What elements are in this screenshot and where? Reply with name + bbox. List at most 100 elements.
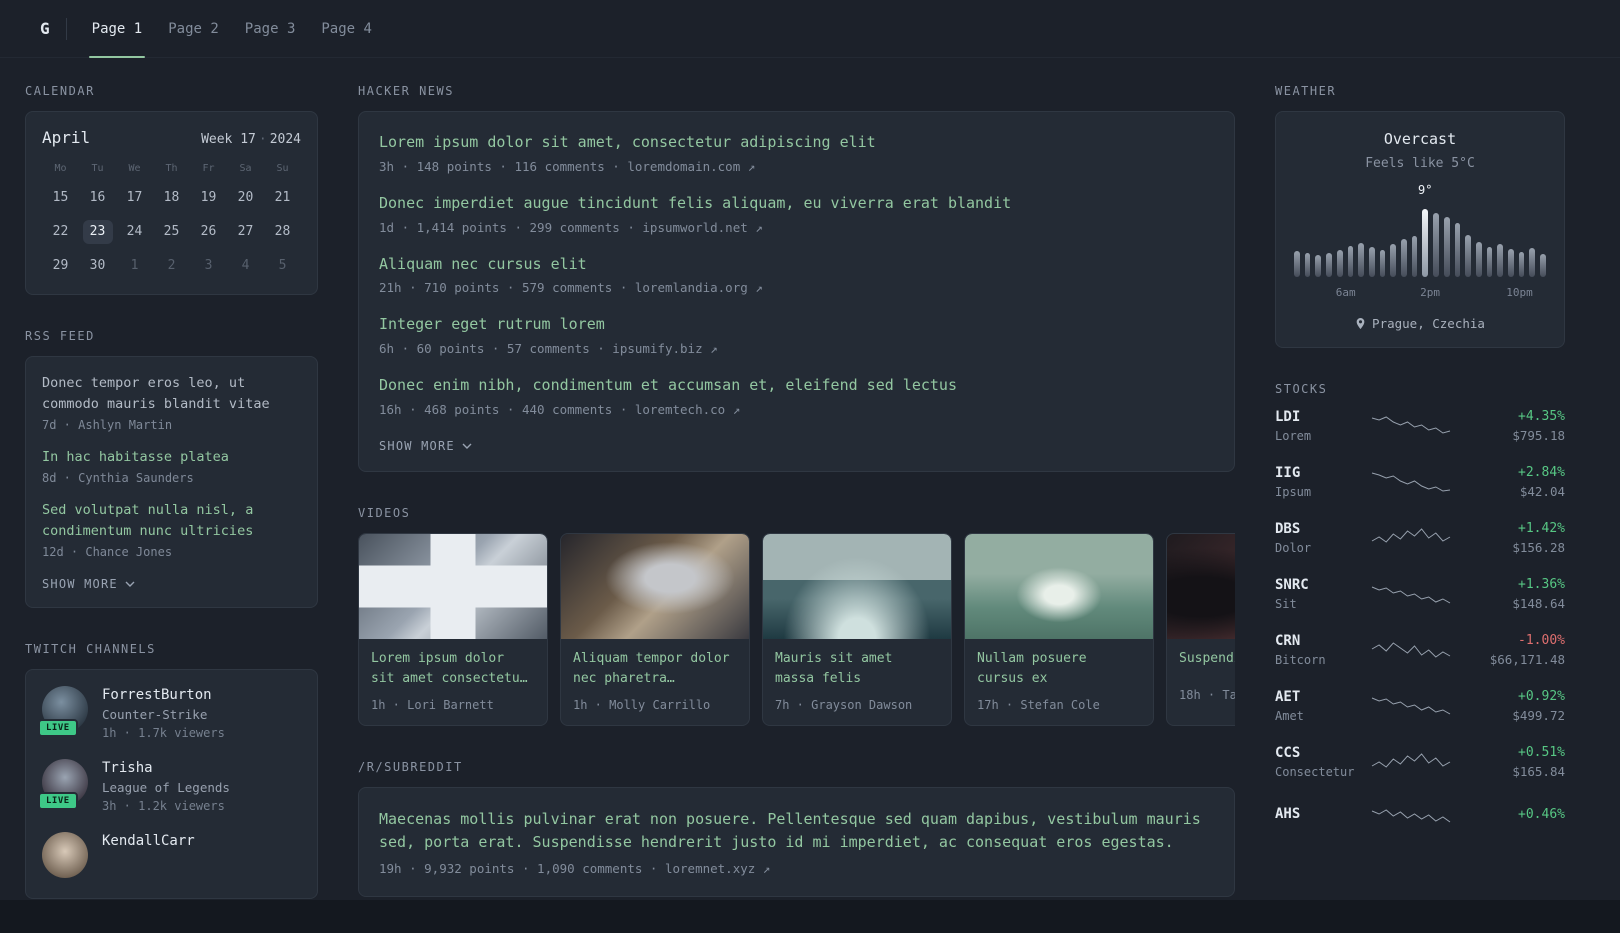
stock-row[interactable]: AET Amet +0.92% $499.72 xyxy=(1275,689,1565,723)
weather-bar xyxy=(1347,246,1354,277)
twitch-channel[interactable]: LIVE Trisha League of Legends 3h · 1.2k … xyxy=(38,758,301,813)
weather-bar xyxy=(1433,213,1439,277)
hn-item-title[interactable]: Integer eget rutrum lorem xyxy=(379,314,1214,336)
weather-condition: Overcast xyxy=(1383,130,1457,148)
weather-bar xyxy=(1326,253,1332,277)
twitch-card: LIVE ForrestBurton Counter-Strike 1h · 1… xyxy=(25,668,318,899)
calendar-month: April xyxy=(42,128,91,147)
calendar-day-header: We xyxy=(128,163,141,174)
stock-change: +1.36% xyxy=(1518,577,1565,592)
hn-item-title[interactable]: Lorem ipsum dolor sit amet, consectetur … xyxy=(379,132,1214,154)
hn-item-title[interactable]: Aliquam nec cursus elit xyxy=(379,254,1214,276)
stock-row[interactable]: DBS Dolor +1.42% $156.28 xyxy=(1275,521,1565,555)
weather-bar xyxy=(1443,217,1450,277)
stock-name: Consectetur xyxy=(1275,765,1355,779)
video-card[interactable]: Lorem ipsum dolor sit amet consectetu… 1… xyxy=(358,532,548,727)
stock-change: +0.51% xyxy=(1518,745,1565,760)
video-meta: 17h · Stefan Cole xyxy=(977,698,1100,713)
twitch-widget: TWITCH CHANNELS LIVE ForrestBurton Count… xyxy=(25,642,318,899)
hn-item: Lorem ipsum dolor sit amet, consectetur … xyxy=(379,132,1214,174)
twitch-channel[interactable]: KendallCarr xyxy=(42,831,301,878)
video-meta: 1h · Molly Carrillo xyxy=(573,698,711,713)
weather-bar xyxy=(1454,223,1461,277)
calendar-day: 3 xyxy=(204,258,213,273)
channel-name: Trisha xyxy=(102,759,153,776)
stock-row[interactable]: CRN Bitcorn -1.00% $66,171.48 xyxy=(1275,633,1565,667)
weather-card: Overcast Feels like 5°C 9° 6am 2pm 10pm Pr… xyxy=(1275,111,1565,348)
stock-row[interactable]: LDI Lorem +4.35% $795.18 xyxy=(1275,409,1565,443)
stock-change: +0.92% xyxy=(1518,689,1565,704)
hn-show-more-button[interactable]: SHOW MORE xyxy=(379,436,472,453)
calendar-day: 21 xyxy=(274,190,291,205)
hn-item-meta[interactable]: 1d · 1,414 points · 299 comments · ipsum… xyxy=(379,220,1214,235)
hn-item-meta[interactable]: 16h · 468 points · 440 comments · loremt… xyxy=(379,402,1214,417)
rss-widget: RSS FEED Donec tempor eros leo, ut commo… xyxy=(25,329,318,608)
widget-title-weather: WEATHER xyxy=(1275,84,1337,98)
weather-bar xyxy=(1497,244,1504,277)
twitch-channel[interactable]: LIVE ForrestBurton Counter-Strike 1h · 1… xyxy=(38,685,301,740)
video-card[interactable]: Mauris sit amet massa felis 7h · Grayson… xyxy=(762,532,952,727)
live-badge: LIVE xyxy=(38,718,78,737)
weather-time-label: 6am xyxy=(1335,286,1356,299)
stock-row[interactable]: SNRC Sit +1.36% $148.64 xyxy=(1275,577,1565,611)
subreddit-card: Maecenas mollis pulvinar erat non posuer… xyxy=(358,787,1235,897)
weather-feels-like: Feels like 5°C xyxy=(1365,156,1475,171)
hn-item-title[interactable]: Donec imperdiet augue tincidunt felis al… xyxy=(379,193,1214,215)
hn-item-title[interactable]: Donec enim nibh, condimentum et accumsan… xyxy=(379,375,1214,397)
tab-page-3[interactable]: Page 3 xyxy=(232,0,309,57)
hn-item-meta[interactable]: 3h · 148 points · 116 comments · loremdo… xyxy=(379,159,1214,174)
weather-location-label: Prague, Czechia xyxy=(1372,316,1485,331)
stock-ticker: DBS xyxy=(1275,521,1301,537)
rss-item-title[interactable]: In hac habitasse platea xyxy=(42,447,301,468)
calendar-widget: CALENDAR April Week 17 · 2024 Mo Tu We Th Fr Sa… xyxy=(25,84,318,295)
weather-time-label: 2pm xyxy=(1420,286,1441,299)
video-thumbnail xyxy=(1167,533,1235,639)
rss-item-title[interactable]: Sed volutpat nulla nisl, a condimentum n… xyxy=(42,500,301,542)
calendar-day: 29 xyxy=(52,258,69,273)
hackernews-card: Lorem ipsum dolor sit amet, consectetur … xyxy=(358,111,1235,472)
channel-name: KendallCarr xyxy=(102,832,195,849)
calendar-day-selected: 23 xyxy=(82,220,113,244)
stock-row[interactable]: CCS Consectetur +0.51% $165.84 xyxy=(1275,745,1565,779)
widget-title-twitch: TWITCH CHANNELS xyxy=(25,641,156,656)
stock-name: Bitcorn xyxy=(1275,653,1326,667)
calendar-week-number: Week 17 xyxy=(201,132,256,147)
reddit-post-meta[interactable]: 19h · 9,932 points · 1,090 comments · lo… xyxy=(379,861,1214,876)
weather-current-temp: 9° xyxy=(1418,183,1433,197)
stock-row[interactable]: AHS +0.46% xyxy=(1275,801,1565,827)
stock-row[interactable]: IIG Ipsum +2.84% $42.04 xyxy=(1275,465,1565,499)
hn-item-meta[interactable]: 21h · 710 points · 579 comments · loreml… xyxy=(379,280,1214,295)
video-card[interactable]: Nullam posuere cursus ex 17h · Stefan Co… xyxy=(964,532,1154,727)
video-card[interactable]: Aliquam tempor dolor nec pharetra… 1h · … xyxy=(560,532,750,727)
hn-item: Donec enim nibh, condimentum et accumsan… xyxy=(379,375,1214,417)
rss-item-title[interactable]: Donec tempor eros leo, ut commodo mauris… xyxy=(42,373,301,415)
tab-page-4[interactable]: Page 4 xyxy=(308,0,385,57)
calendar-day: 27 xyxy=(237,224,254,239)
avatar xyxy=(42,831,88,878)
rss-show-more-button[interactable]: SHOW MORE xyxy=(42,574,135,591)
calendar-day: 24 xyxy=(126,224,143,239)
videos-widget: VIDEOS Lorem ipsum dolor sit amet consec… xyxy=(358,505,1235,727)
video-card[interactable]: Suspendisse diam 18h · Tara xyxy=(1166,532,1235,727)
tab-page-2[interactable]: Page 2 xyxy=(155,0,232,57)
stock-sparkline xyxy=(1371,528,1451,543)
video-title: Mauris sit amet massa felis xyxy=(775,650,893,686)
widget-title-videos: VIDEOS xyxy=(358,505,411,520)
weather-time-label: 10pm xyxy=(1506,286,1533,299)
stock-name: Dolor xyxy=(1275,541,1312,555)
tab-page-1[interactable]: Page 1 xyxy=(79,0,156,58)
calendar-day: 19 xyxy=(200,190,217,205)
stock-sparkline xyxy=(1371,416,1451,434)
widget-title-calendar: CALENDAR xyxy=(25,84,95,98)
calendar-week-year: Week 17 · 2024 xyxy=(201,132,301,147)
hn-item-meta[interactable]: 6h · 60 points · 57 comments · ipsumify.… xyxy=(379,341,1214,356)
stock-price: $148.64 xyxy=(1512,596,1565,611)
rss-item: Donec tempor eros leo, ut commodo mauris… xyxy=(42,373,301,432)
reddit-post-title[interactable]: Maecenas mollis pulvinar erat non posuer… xyxy=(379,808,1214,855)
weather-location: Prague, Czechia xyxy=(1294,316,1546,331)
calendar-grid: Mo Tu We Th Fr Sa Su 15 16 17 18 19 20 21 22 23 24 25 26 27… xyxy=(42,162,301,278)
channel-viewers: 1h · 1.7k viewers xyxy=(102,725,225,740)
app-logo[interactable]: G xyxy=(25,0,66,57)
video-thumbnail xyxy=(763,533,951,639)
stock-change: +1.42% xyxy=(1518,521,1565,536)
